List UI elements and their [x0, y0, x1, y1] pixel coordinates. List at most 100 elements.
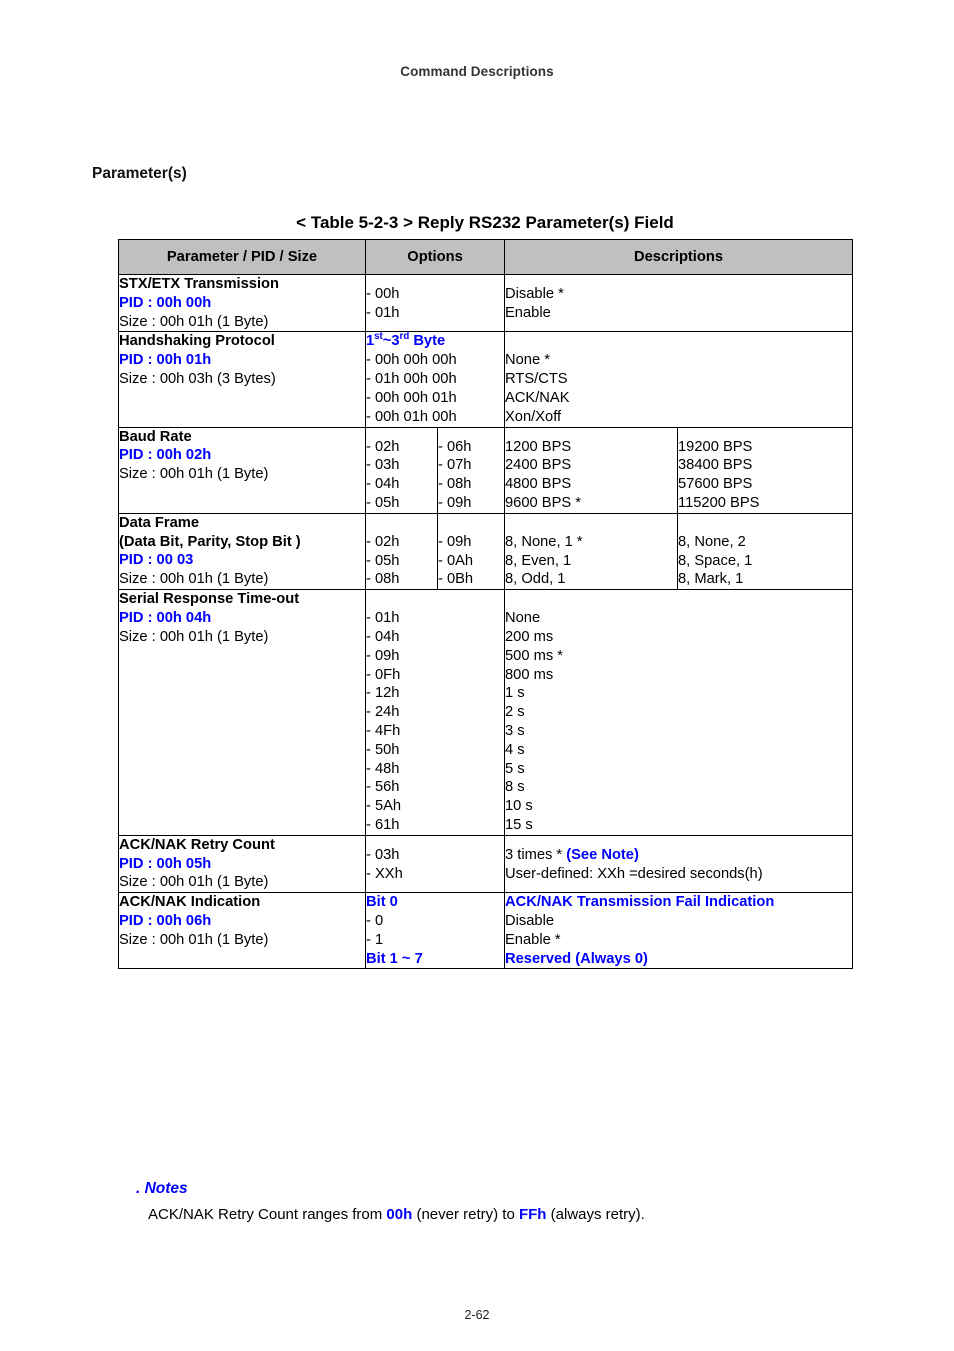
param-cell-serial-timeout: Serial Response Time-out PID : 00h 04h S… — [118, 589, 366, 836]
table-row-ack-nak-retry-count: ACK/NAK Retry Count PID : 00h 05h Size :… — [118, 834, 854, 894]
option-line: - 5Ah — [366, 798, 402, 815]
param-cell-data-frame: Data Frame (Data Bit, Parity, Stop Bit )… — [118, 512, 366, 591]
descriptions-cell-ack-nak-indication: ACK/NAK Transmission Fail Indication Dis… — [504, 892, 854, 970]
description-line: 500 ms * — [505, 647, 563, 664]
section-heading-parameters: Parameter(s) — [92, 165, 187, 182]
option-line: - 07h — [438, 457, 472, 474]
table-header-row: Parameter / PID / Size Options Descripti… — [118, 239, 854, 275]
description-line: None * — [505, 352, 550, 369]
description-line: Disable — [505, 912, 554, 929]
descriptions-spacer — [505, 514, 677, 533]
param-title: ACK/NAK Indication — [119, 894, 261, 911]
descriptions-spacer — [678, 514, 852, 533]
description-line: 3 s — [505, 722, 525, 739]
options-spacer — [366, 275, 504, 285]
option-line: - 09h — [438, 533, 472, 550]
option-line: - 08h — [438, 476, 472, 493]
descriptions-cell-serial-timeout: None 200 ms 500 ms * 800 ms 1 s 2 s 3 s … — [504, 589, 854, 836]
param-subtitle: (Data Bit, Parity, Stop Bit ) — [119, 533, 301, 550]
descriptions-cell-handshaking: None * RTS/CTS ACK/NAK Xon/Xoff — [504, 331, 854, 428]
options-spacer — [366, 590, 504, 609]
option-line: - 00h — [366, 286, 400, 302]
option-line: - 08h — [366, 571, 400, 588]
rs232-parameter-table: Parameter / PID / Size Options Descripti… — [118, 239, 854, 970]
option-line: - 4Fh — [366, 722, 401, 739]
descriptions-cell-stx-etx: Disable * Enable — [504, 273, 854, 333]
param-title: STX/ETX Transmission — [119, 276, 279, 292]
table-row-ack-nak-indication: ACK/NAK Indication PID : 00h 06h Size : … — [118, 892, 854, 970]
param-pid: PID : 00h 06h — [119, 912, 212, 929]
descriptions-cell-baud-rate-a: 1200 BPS 2400 BPS 4800 BPS 9600 BPS * — [504, 426, 679, 514]
options-cell-ack-nak-indication: Bit 0 - 0 - 1 Bit 1 ~ 7 — [364, 892, 506, 970]
notes-body: ACK/NAK Retry Count ranges from 00h (nev… — [148, 1206, 645, 1223]
option-line: - 09h — [438, 494, 472, 511]
param-cell-ack-nak-indication: ACK/NAK Indication PID : 00h 06h Size : … — [118, 892, 366, 970]
descriptions-cell-data-frame-a: 8, None, 1 * 8, Even, 1 8, Odd, 1 — [504, 512, 679, 591]
description-line: 1200 BPS — [505, 438, 572, 455]
options-byte-heading: 1st~3rd Byte — [366, 331, 446, 350]
description-line: 8, Odd, 1 — [505, 571, 566, 588]
table-body: STX/ETX Transmission PID : 00h 00h Size … — [118, 273, 854, 970]
table-caption: < Table 5-2-3 > Reply RS232 Parameter(s)… — [296, 213, 674, 232]
table-row-data-frame: Data Frame (Data Bit, Parity, Stop Bit )… — [118, 512, 854, 591]
description-line: 115200 BPS — [678, 494, 760, 511]
descriptions-cell-baud-rate-b: 19200 BPS 38400 BPS 57600 BPS 115200 BPS — [677, 426, 854, 514]
option-line: - 00h 01h 00h — [366, 408, 457, 425]
option-bit-range-heading: Bit 1 ~ 7 — [366, 950, 423, 967]
description-line: 4800 BPS — [505, 476, 572, 493]
descriptions-spacer — [505, 275, 852, 285]
option-line: - 03h — [366, 457, 400, 474]
param-size: Size : 00h 03h (3 Bytes) — [119, 370, 276, 387]
param-title: Data Frame — [119, 514, 199, 531]
description-line: 2 s — [505, 704, 525, 721]
description-line: Xon/Xoff — [505, 408, 562, 425]
description-line: 9600 BPS * — [505, 494, 581, 511]
description-line: ACK/NAK — [505, 389, 570, 406]
table-row-stx-etx-transmission: STX/ETX Transmission PID : 00h 00h Size … — [118, 273, 854, 333]
description-line: 800 ms — [505, 666, 554, 683]
option-line: - 01h — [366, 610, 400, 627]
param-pid: PID : 00h 00h — [119, 294, 212, 311]
option-line: - 48h — [366, 760, 400, 777]
description-line: RTS/CTS — [505, 371, 568, 388]
option-bit-heading: Bit 0 — [366, 894, 398, 911]
description-line: 19200 BPS — [678, 438, 753, 455]
options-cell-stx-etx: - 00h - 01h — [364, 273, 506, 333]
options-spacer — [366, 428, 437, 438]
option-line: - 01h 00h 00h — [366, 370, 457, 387]
description-line: User-defined: XXh =desired seconds(h) — [505, 865, 763, 882]
option-line: - 0Fh — [366, 666, 401, 683]
option-line: - 24h — [366, 704, 400, 721]
option-line: - 0Ah — [438, 552, 474, 569]
options-cell-baud-rate-a: - 02h - 03h - 04h - 05h — [365, 426, 438, 514]
notes-title: . Notes — [136, 1180, 188, 1197]
param-size: Size : 00h 01h (1 Byte) — [119, 466, 269, 483]
option-line: - 09h — [366, 647, 400, 664]
notes-value-max: FFh — [518, 1206, 547, 1223]
option-line: - 0Bh — [438, 571, 474, 588]
option-line: - 61h — [366, 816, 400, 833]
option-line: - 02h — [366, 533, 400, 550]
option-line: - 56h — [366, 779, 400, 796]
footer-page-number: 2-62 — [464, 1308, 490, 1322]
option-line: - 50h — [366, 741, 400, 758]
param-title: Handshaking Protocol — [119, 333, 275, 350]
description-line: 15 s — [505, 816, 533, 833]
description-line: 8, Even, 1 — [505, 552, 572, 569]
description-line: 57600 BPS — [678, 476, 753, 493]
options-cell-data-frame-b: - 09h - 0Ah - 0Bh — [436, 512, 506, 591]
options-spacer — [366, 514, 437, 533]
table-head: Parameter / PID / Size Options Descripti… — [118, 239, 854, 275]
descriptions-spacer — [505, 836, 852, 846]
option-line: - 04h — [366, 628, 400, 645]
option-line: - 12h — [366, 685, 400, 702]
description-line: 8, Space, 1 — [678, 552, 753, 569]
description-line: Enable — [505, 304, 551, 321]
option-line: - 00h 00h 00h — [366, 352, 457, 369]
option-line: - 00h 00h 01h — [366, 389, 457, 406]
option-line: - 03h — [366, 846, 400, 863]
description-line: 8, Mark, 1 — [678, 571, 744, 588]
option-line: - 05h — [366, 552, 400, 569]
param-pid: PID : 00 03 — [119, 552, 194, 569]
param-size: Size : 00h 01h (1 Byte) — [119, 931, 269, 948]
